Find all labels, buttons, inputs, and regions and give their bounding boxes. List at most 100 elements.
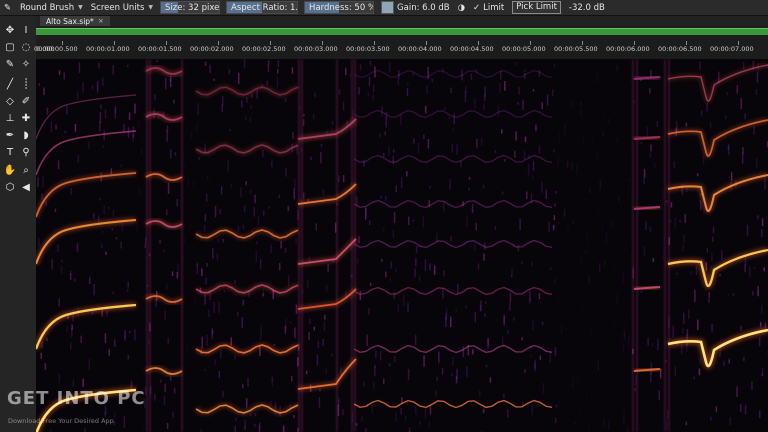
noise-speck bbox=[366, 334, 368, 346]
gain-control[interactable]: Gain: 6.0 dB bbox=[377, 1, 454, 14]
noise-speck bbox=[764, 178, 766, 190]
rect-select-icon[interactable]: ▢ bbox=[3, 41, 17, 53]
brush-shape-dropdown[interactable]: Round Brush ▼ bbox=[16, 1, 87, 14]
noise-speck bbox=[517, 245, 520, 252]
magic-wand-icon[interactable]: ✧ bbox=[19, 58, 33, 70]
hardness-slider[interactable]: Hardness: 50 % bbox=[304, 1, 375, 14]
spectrogram-view[interactable] bbox=[36, 59, 768, 432]
noise-speck bbox=[394, 355, 396, 363]
noise-speck bbox=[96, 80, 99, 93]
noise-speck bbox=[393, 149, 395, 153]
contrast-icon[interactable]: ◑ bbox=[454, 1, 469, 14]
noise-speck bbox=[483, 103, 485, 111]
noise-speck bbox=[198, 157, 201, 160]
noise-speck bbox=[628, 337, 630, 341]
move-icon[interactable]: ✥ bbox=[3, 24, 17, 36]
noise-speck bbox=[363, 381, 365, 387]
zoom-icon[interactable]: ⌕ bbox=[19, 164, 33, 176]
pen-icon[interactable]: ✒ bbox=[3, 129, 17, 141]
pick-limit-button[interactable]: Pick Limit bbox=[512, 1, 561, 14]
noise-speck bbox=[694, 289, 696, 302]
noise-speck bbox=[262, 293, 264, 297]
noise-speck bbox=[453, 113, 455, 125]
time-ruler[interactable]: 0.000 00:00:00.500 00:00:01.000 00:00:01.5… bbox=[34, 39, 768, 59]
noise-speck bbox=[608, 420, 610, 430]
limit-label: Limit bbox=[483, 2, 505, 13]
eyedropper-icon[interactable]: ⚲ bbox=[19, 146, 33, 158]
hand-icon[interactable]: ✋ bbox=[3, 164, 17, 176]
noise-speck bbox=[589, 329, 592, 338]
noise-speck bbox=[443, 201, 445, 212]
noise-speck bbox=[528, 296, 531, 304]
noise-speck bbox=[381, 258, 383, 262]
noise-speck bbox=[166, 209, 168, 216]
smudge-icon[interactable]: ✐ bbox=[19, 95, 33, 107]
noise-speck bbox=[710, 265, 712, 268]
stamp-icon[interactable]: ⊥ bbox=[3, 112, 17, 124]
brush-icon[interactable]: ✎ bbox=[3, 58, 17, 70]
noise-speck bbox=[603, 420, 605, 427]
cube-icon[interactable]: ⬡ bbox=[3, 181, 17, 193]
overview-waveform bbox=[36, 28, 768, 35]
overview-bar[interactable] bbox=[36, 26, 768, 39]
limit-value[interactable]: -32.0 dB bbox=[565, 1, 609, 14]
noise-speck bbox=[77, 154, 80, 163]
dodge-icon[interactable]: ◗ bbox=[19, 129, 33, 141]
noise-speck bbox=[165, 77, 167, 90]
noise-speck bbox=[732, 293, 735, 296]
speaker-icon[interactable]: ◀ bbox=[19, 181, 33, 193]
noise-speck bbox=[388, 146, 390, 156]
noise-speck bbox=[744, 113, 746, 120]
aspect-ratio-slider[interactable]: Aspect Ratio: 1.00 bbox=[226, 1, 299, 14]
noise-speck bbox=[257, 215, 260, 226]
noise-speck bbox=[320, 152, 322, 164]
noise-speck bbox=[450, 316, 452, 327]
units-dropdown[interactable]: Screen Units ▼ bbox=[87, 1, 157, 14]
size-slider[interactable]: Size: 32 pixels bbox=[160, 1, 221, 14]
heal-icon[interactable]: ✚ bbox=[19, 112, 33, 124]
noise-speck bbox=[201, 268, 203, 276]
noise-speck bbox=[163, 395, 166, 406]
noise-speck bbox=[468, 187, 470, 191]
tab-alto-sax[interactable]: Alto Sax.sip* × bbox=[40, 16, 110, 26]
noise-speck bbox=[501, 129, 503, 134]
noise-speck bbox=[219, 209, 221, 215]
noise-speck bbox=[666, 200, 668, 203]
noise-speck bbox=[201, 336, 203, 349]
noise-speck bbox=[652, 258, 655, 263]
close-icon[interactable]: × bbox=[98, 17, 104, 25]
vertical-select-icon[interactable]: ┊ bbox=[19, 78, 33, 90]
noise-speck bbox=[230, 183, 233, 188]
eraser-icon[interactable]: ◇ bbox=[3, 95, 17, 107]
brush-tool-icon[interactable]: ✎ bbox=[0, 1, 16, 14]
noise-speck bbox=[211, 330, 213, 340]
text-cursor-icon[interactable]: I bbox=[19, 24, 33, 36]
harmonic-line bbox=[353, 286, 553, 296]
noise-speck bbox=[519, 218, 521, 231]
noise-speck bbox=[597, 280, 600, 285]
noise-speck bbox=[108, 206, 110, 209]
onset-streak bbox=[298, 59, 300, 432]
noise-speck bbox=[574, 421, 576, 425]
limit-checkbox[interactable]: ✓ Limit bbox=[469, 1, 508, 14]
noise-speck bbox=[40, 352, 42, 359]
line-icon[interactable]: ╱ bbox=[3, 78, 17, 90]
lasso-icon[interactable]: ◌ bbox=[19, 41, 33, 53]
noise-speck bbox=[662, 255, 664, 260]
noise-speck bbox=[656, 120, 659, 128]
noise-speck bbox=[596, 154, 598, 161]
noise-speck bbox=[485, 364, 488, 367]
noise-speck bbox=[171, 271, 174, 276]
noise-speck bbox=[120, 241, 122, 249]
text-tool-icon[interactable]: T bbox=[3, 146, 17, 158]
gain-swatch[interactable] bbox=[381, 1, 395, 14]
noise-speck bbox=[223, 290, 226, 293]
noise-speck bbox=[254, 194, 256, 204]
noise-speck bbox=[169, 76, 172, 88]
noise-speck bbox=[355, 423, 358, 426]
noise-speck bbox=[204, 61, 207, 66]
noise-speck bbox=[217, 239, 219, 243]
noise-speck bbox=[245, 181, 247, 186]
noise-speck bbox=[683, 234, 685, 243]
noise-speck bbox=[685, 421, 688, 426]
